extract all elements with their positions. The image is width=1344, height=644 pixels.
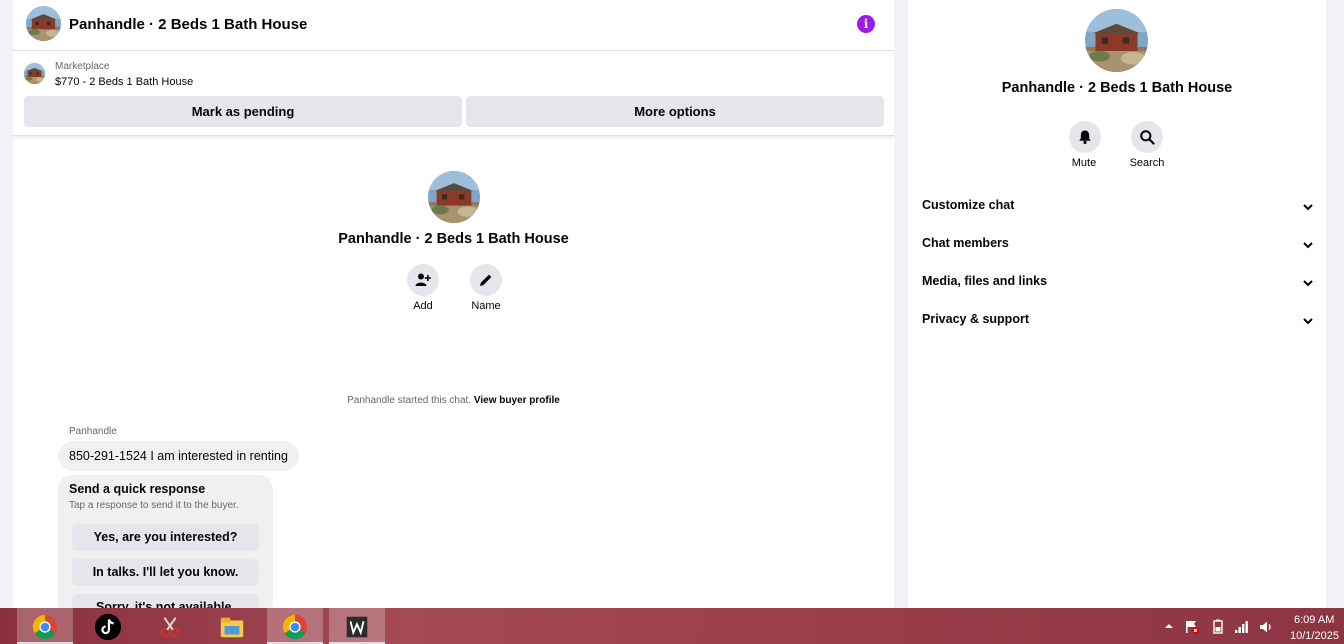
scissors-icon (160, 617, 180, 638)
clock-time[interactable]: 6:09 AM (1294, 614, 1334, 626)
taskbar-chrome[interactable] (17, 608, 73, 644)
chat-panel: Panhandle · 2 Beds 1 Bath House i Market… (13, 0, 894, 608)
chevron-down-icon (1303, 318, 1313, 325)
writer-icon (346, 616, 368, 638)
details-title: Panhandle · 2 Beds 1 Bath House (1001, 80, 1233, 96)
quick-response-option[interactable]: Yes, are you interested? (72, 524, 259, 551)
section-label: Customize chat (922, 198, 1015, 212)
chat-started-line: Panhandle started this chat. View buyer … (13, 395, 894, 406)
add-label: Add (413, 300, 433, 312)
chevron-down-icon (1303, 204, 1313, 211)
section-privacy-support[interactable]: Privacy & support (922, 305, 1314, 335)
info-icon[interactable]: i (857, 15, 875, 33)
chat-started-text: Panhandle started this chat. (347, 395, 472, 406)
folder-icon (220, 617, 244, 638)
taskbar-file-explorer[interactable] (204, 608, 260, 644)
listing-avatar[interactable] (26, 6, 61, 41)
quick-response-option[interactable]: Sorry, it's not available. (72, 594, 259, 608)
quick-response-title: Send a quick response (69, 482, 206, 496)
chat-title[interactable]: Panhandle · 2 Beds 1 Bath House (69, 16, 307, 33)
clock-date[interactable]: 10/1/2025 (1290, 630, 1339, 642)
listing-source: Marketplace (55, 61, 110, 72)
name-button[interactable] (470, 264, 502, 296)
listing-bar: Marketplace $770 - 2 Beds 1 Bath House M… (13, 52, 894, 136)
search-icon (1140, 130, 1155, 145)
details-avatar[interactable] (1085, 9, 1148, 72)
bell-icon (1079, 130, 1091, 144)
pencil-icon (480, 274, 492, 286)
message-bubble[interactable]: 850-291-1524 I am interested in renting (58, 441, 299, 471)
quick-response-subtitle: Tap a response to send it to the buyer. (69, 500, 239, 511)
section-label: Media, files and links (922, 274, 1048, 288)
mute-button[interactable] (1069, 121, 1101, 153)
name-label: Name (471, 300, 501, 312)
battery-icon[interactable] (1210, 619, 1226, 635)
taskbar-tiktok[interactable] (80, 608, 136, 644)
chrome-icon (32, 614, 58, 640)
search-button[interactable] (1131, 121, 1163, 153)
chevron-down-icon (1303, 280, 1313, 287)
sender-name: Panhandle (69, 426, 117, 437)
volume-icon[interactable] (1258, 619, 1274, 635)
more-options-button[interactable]: More options (466, 96, 884, 127)
chat-intro-title: Panhandle · 2 Beds 1 Bath House (338, 231, 569, 247)
section-chat-members[interactable]: Chat members (922, 229, 1314, 259)
section-customize-chat[interactable]: Customize chat (922, 191, 1314, 221)
section-label: Chat members (922, 236, 1009, 250)
taskbar-chrome-profile[interactable] (267, 608, 323, 644)
listing-thumbnail[interactable] (24, 63, 45, 84)
mute-label: Mute (1071, 157, 1097, 169)
flag-icon[interactable] (1184, 619, 1200, 635)
section-media-files-links[interactable]: Media, files and links (922, 267, 1314, 297)
quick-response-option[interactable]: In talks. I'll let you know. (72, 559, 259, 586)
section-label: Privacy & support (922, 312, 1029, 326)
listing-title[interactable]: $770 - 2 Beds 1 Bath House (55, 76, 193, 88)
view-buyer-profile-link[interactable]: View buyer profile (474, 395, 560, 406)
chat-avatar[interactable] (428, 171, 480, 223)
taskbar: 6:09 AM 10/1/2025 (0, 608, 1344, 644)
quick-response-card: Send a quick response Tap a response to … (58, 475, 273, 608)
taskbar-writer[interactable] (329, 608, 385, 644)
add-button[interactable] (407, 264, 439, 296)
chevron-up-icon[interactable] (1164, 622, 1174, 630)
add-person-icon (415, 273, 431, 286)
search-label: Search (1129, 157, 1165, 169)
chevron-down-icon (1303, 242, 1313, 249)
taskbar-snipping-tool[interactable] (142, 608, 198, 644)
chat-details-panel: Panhandle · 2 Beds 1 Bath House Mute Sea… (908, 0, 1326, 608)
mark-as-pending-button[interactable]: Mark as pending (24, 96, 462, 127)
chat-header: Panhandle · 2 Beds 1 Bath House i (13, 0, 894, 51)
network-icon[interactable] (1234, 619, 1250, 635)
chrome-icon (282, 614, 308, 640)
tiktok-icon (94, 613, 122, 641)
